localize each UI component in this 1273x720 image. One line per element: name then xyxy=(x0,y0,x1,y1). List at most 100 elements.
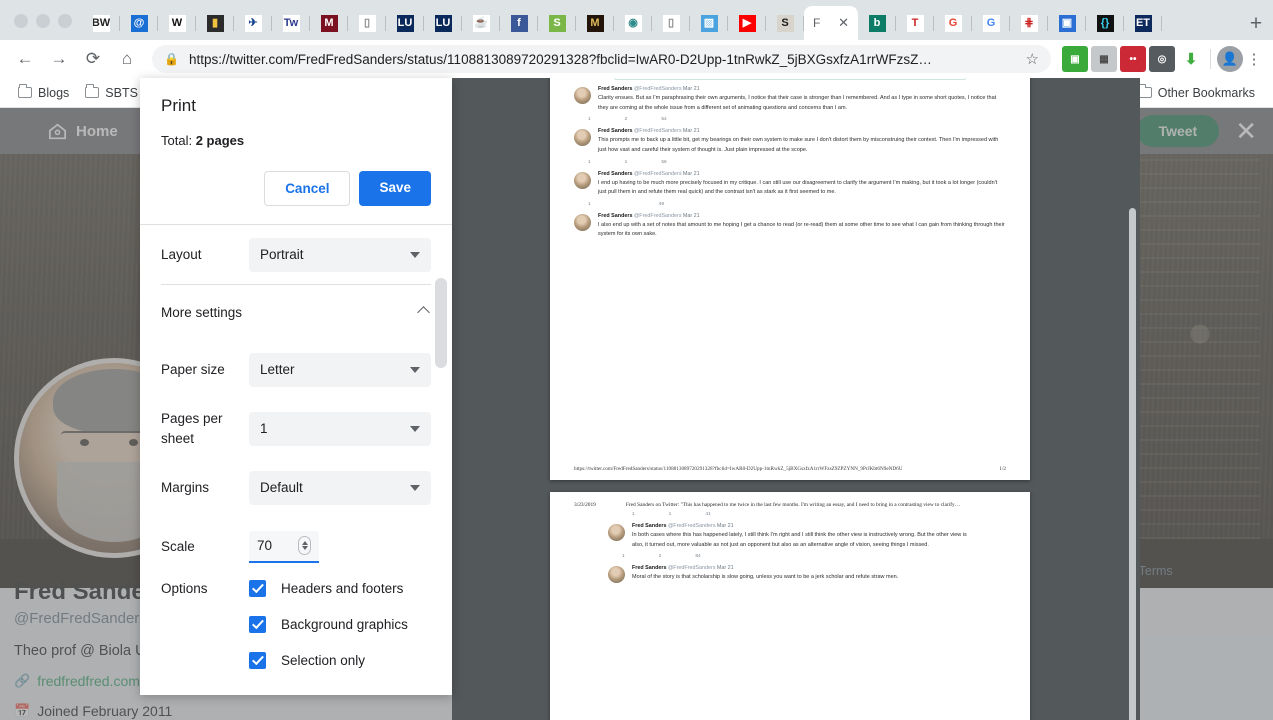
document-icon: ▯ xyxy=(358,15,376,32)
save-button[interactable]: Save xyxy=(359,171,431,206)
browser-tab-23[interactable]: G xyxy=(972,7,1010,40)
dialog-scrollbar[interactable] xyxy=(435,278,447,368)
new-tab-button[interactable]: + xyxy=(1239,7,1273,40)
browser-tab-8[interactable]: ▯ xyxy=(348,7,386,40)
stepper-up-icon[interactable] xyxy=(301,541,308,545)
browser-tab-19[interactable]: S xyxy=(766,7,804,40)
browser-tab-10[interactable]: LU xyxy=(424,7,462,40)
close-icon[interactable]: ✕ xyxy=(838,15,849,31)
browser-tab-3[interactable]: W xyxy=(158,7,196,40)
header-title: Fred Sanders on Twitter: "This has happe… xyxy=(625,502,961,508)
pages-per-sheet-select[interactable]: 1 xyxy=(249,411,431,446)
evernote-extension-icon[interactable]: ▣ xyxy=(1062,46,1088,72)
quantity-stepper[interactable] xyxy=(298,536,311,555)
et-icon: ET xyxy=(1134,15,1152,32)
setting-margins: Margins Default xyxy=(161,458,431,517)
browser-tab-26[interactable]: {} xyxy=(1086,7,1124,40)
margins-select[interactable]: Default xyxy=(249,470,431,505)
browser-tab-2[interactable]: @ xyxy=(120,7,158,40)
wikipedia-icon: W xyxy=(168,15,186,32)
print-settings: Layout Portrait More settings Paper size… xyxy=(140,225,452,669)
option-selection-only[interactable]: Selection only xyxy=(161,652,431,669)
profile-avatar-button[interactable]: 👤 xyxy=(1217,46,1243,72)
scale-input[interactable]: 70 xyxy=(249,530,319,563)
address-bar[interactable]: 🔒 https://twitter.com/FredFredSanders/st… xyxy=(152,45,1051,73)
chrome-menu-button[interactable]: ⋮ xyxy=(1243,50,1265,68)
browser-tab-20[interactable]: b xyxy=(858,7,896,40)
option-headers-and-footers[interactable]: Options Headers and footers xyxy=(161,580,431,597)
minimize-window-button[interactable] xyxy=(36,14,50,28)
browser-tab-22[interactable]: G xyxy=(934,7,972,40)
home-button[interactable]: ⌂ xyxy=(110,44,144,74)
reload-button[interactable]: ⟳ xyxy=(76,44,110,74)
stat-replies: 1 xyxy=(632,512,635,517)
browser-tab-7[interactable]: M xyxy=(310,7,348,40)
browser-tab-9[interactable]: LU xyxy=(386,7,424,40)
browser-tab-12[interactable]: f xyxy=(500,7,538,40)
calculator-extension-icon[interactable]: ▦ xyxy=(1091,46,1117,72)
setting-scale: Scale 70 xyxy=(161,517,431,576)
tweet-author-handle: @FredFredSanders xyxy=(633,170,682,177)
more-settings-toggle[interactable]: More settings xyxy=(161,284,431,340)
option-background-graphics[interactable]: Background graphics xyxy=(161,616,431,633)
browser-tab-5[interactable]: ✈ xyxy=(234,7,272,40)
back-button[interactable]: ← xyxy=(8,44,42,74)
browser-tab-active[interactable]: F ✕ xyxy=(804,6,858,40)
toolbar-divider xyxy=(1210,49,1211,69)
checkbox-background-graphics[interactable] xyxy=(249,616,266,633)
browser-tab-11[interactable]: ☕ xyxy=(462,7,500,40)
other-bookmarks-button[interactable]: Other Bookmarks xyxy=(1130,83,1263,103)
browser-tab-6[interactable]: Tw xyxy=(272,7,310,40)
bookmark-blogs[interactable]: Blogs xyxy=(10,83,77,103)
browser-tab-21[interactable]: T xyxy=(896,7,934,40)
tweet-date: Mar 21 xyxy=(682,170,700,177)
forward-button[interactable]: → xyxy=(42,44,76,74)
browser-tab-18[interactable]: ▶ xyxy=(728,7,766,40)
download-extension-icon[interactable]: ⬇ xyxy=(1178,46,1204,72)
options-label: Options xyxy=(161,581,208,596)
tweet-date: Mar 21 xyxy=(682,128,700,135)
maximize-window-button[interactable] xyxy=(58,14,72,28)
preview-scrollbar[interactable] xyxy=(1129,208,1136,720)
chevron-up-icon xyxy=(417,306,430,319)
stat-replies: 1 xyxy=(622,554,625,560)
browser-tab-14[interactable]: M xyxy=(576,7,614,40)
browser-tab-24[interactable]: ⋕ xyxy=(1010,7,1048,40)
medium-m-icon: M xyxy=(320,15,338,32)
browser-tab-16[interactable]: ▯ xyxy=(652,7,690,40)
other-bookmarks-label: Other Bookmarks xyxy=(1157,85,1255,100)
paper-size-select[interactable]: Letter xyxy=(249,352,431,387)
browser-tab-27[interactable]: ET xyxy=(1124,7,1162,40)
browser-tab-4[interactable]: ▮ xyxy=(196,7,234,40)
window-controls[interactable] xyxy=(0,14,82,40)
close-window-button[interactable] xyxy=(14,14,28,28)
stepper-down-icon[interactable] xyxy=(301,546,308,550)
browser-tab-25[interactable]: ▣ xyxy=(1048,7,1086,40)
active-tab-label: F xyxy=(813,16,821,30)
tweet-stats: 1 49 xyxy=(588,202,1006,207)
blue-chart-icon: ▨ xyxy=(700,15,718,32)
tw-serif-icon: Tw xyxy=(282,15,300,32)
tweet-body: Fred Sanders @FredFredSanders Mar 21 This… xyxy=(598,128,1006,155)
checkbox-selection-only[interactable] xyxy=(249,652,266,669)
red-extension-icon[interactable]: •• xyxy=(1120,46,1146,72)
browser-tab-13[interactable]: S xyxy=(538,7,576,40)
browser-tab-1[interactable]: BW xyxy=(82,7,120,40)
preview-tweet: Fred Sanders @FredFredSanders Mar 21 Mora… xyxy=(608,565,972,584)
browser-tab-15[interactable]: ◉ xyxy=(614,7,652,40)
preview-page-1-footer: https://twitter.com/FredFredSanders/stat… xyxy=(574,466,1006,472)
tabs-container: BW @ W ▮ ✈ Tw M ▯ LU LU ☕ f S M ◉ ▯ ▨ ▶ S F ✕ b T G G ⋕ ▣{} ET xyxy=(82,0,1239,40)
lightbulb-extension-icon[interactable]: ◎ xyxy=(1149,46,1175,72)
layout-select[interactable]: Portrait xyxy=(249,237,431,272)
scale-label: Scale xyxy=(161,538,195,554)
star-icon[interactable]: ☆ xyxy=(1026,50,1039,68)
tweet-avatar xyxy=(574,213,591,231)
bookmark-sbts[interactable]: SBTS xyxy=(77,83,146,103)
browser-tab-strip: BW @ W ▮ ✈ Tw M ▯ LU LU ☕ f S M ◉ ▯ ▨ ▶ S F ✕ b T G G ⋕ ▣{} ET + xyxy=(0,0,1273,40)
setting-paper-size: Paper size Letter xyxy=(161,340,431,399)
browser-tab-17[interactable]: ▨ xyxy=(690,7,728,40)
brackets-icon: {} xyxy=(1096,15,1114,32)
tweet-avatar xyxy=(574,87,591,104)
checkbox-headers-and-footers[interactable] xyxy=(249,580,266,597)
cancel-button[interactable]: Cancel xyxy=(264,171,351,206)
